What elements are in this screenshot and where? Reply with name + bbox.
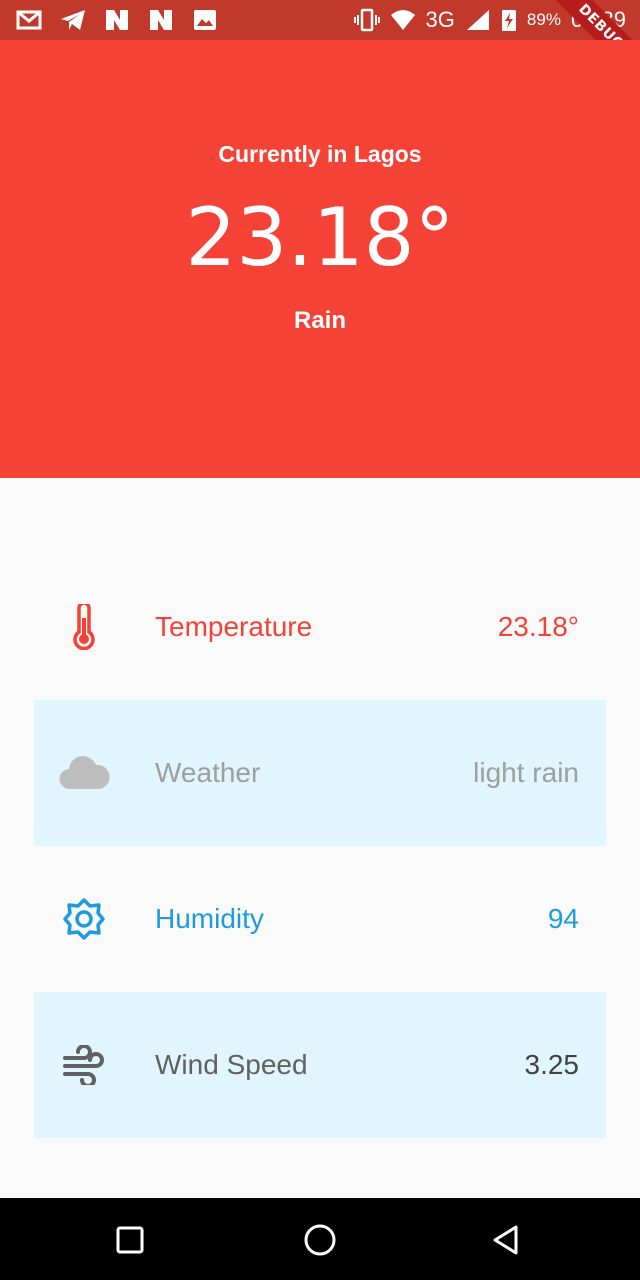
gmail-icon (16, 10, 42, 30)
recents-button[interactable] (108, 1218, 152, 1262)
n-app-icon-2 (150, 10, 172, 30)
square-icon (116, 1226, 144, 1254)
vibrate-icon (353, 8, 380, 32)
battery-icon (501, 10, 516, 31)
list-item-humidity[interactable]: Humidity 94 (34, 846, 606, 992)
wifi-icon (390, 10, 415, 30)
current-temperature: 23.18° (185, 191, 455, 284)
current-condition: Rain (293, 307, 346, 334)
telegram-icon (61, 10, 85, 30)
network-type: 3G (425, 7, 455, 32)
battery-percent: 89% (526, 10, 561, 29)
row-label: Weather (155, 757, 261, 788)
list-item-temperature[interactable]: Temperature 23.18° (34, 554, 606, 700)
cloud-icon (56, 749, 112, 797)
back-button[interactable] (484, 1218, 528, 1262)
gear-icon (56, 895, 112, 943)
system-navigation-bar (0, 1198, 640, 1280)
weather-header: Currently in Lagos 23.18° Rain (0, 40, 640, 478)
home-button[interactable] (298, 1218, 342, 1262)
row-label: Wind Speed (155, 1049, 308, 1080)
row-value: 94 (547, 903, 579, 934)
row-label: Temperature (155, 611, 313, 642)
wind-icon (56, 1041, 112, 1089)
location-subtitle: Currently in Lagos (218, 141, 422, 167)
status-bar: 3G 89% 01:39 DEBUG (0, 0, 640, 90)
n-app-icon (106, 10, 128, 30)
notification-icons (16, 8, 218, 32)
row-label: Humidity (155, 903, 264, 934)
back-triangle-icon (493, 1225, 518, 1255)
signal-icon (466, 10, 489, 30)
list-item-weather[interactable]: Weather light rain (34, 700, 606, 846)
row-value: 3.25 (524, 1049, 580, 1080)
thermometer-icon (56, 603, 112, 651)
list-item-wind-speed[interactable]: Wind Speed 3.25 (34, 992, 606, 1138)
row-value: light rain (473, 757, 579, 788)
image-icon (194, 10, 216, 30)
circle-icon (304, 1224, 336, 1256)
row-value: 23.18° (497, 611, 579, 642)
